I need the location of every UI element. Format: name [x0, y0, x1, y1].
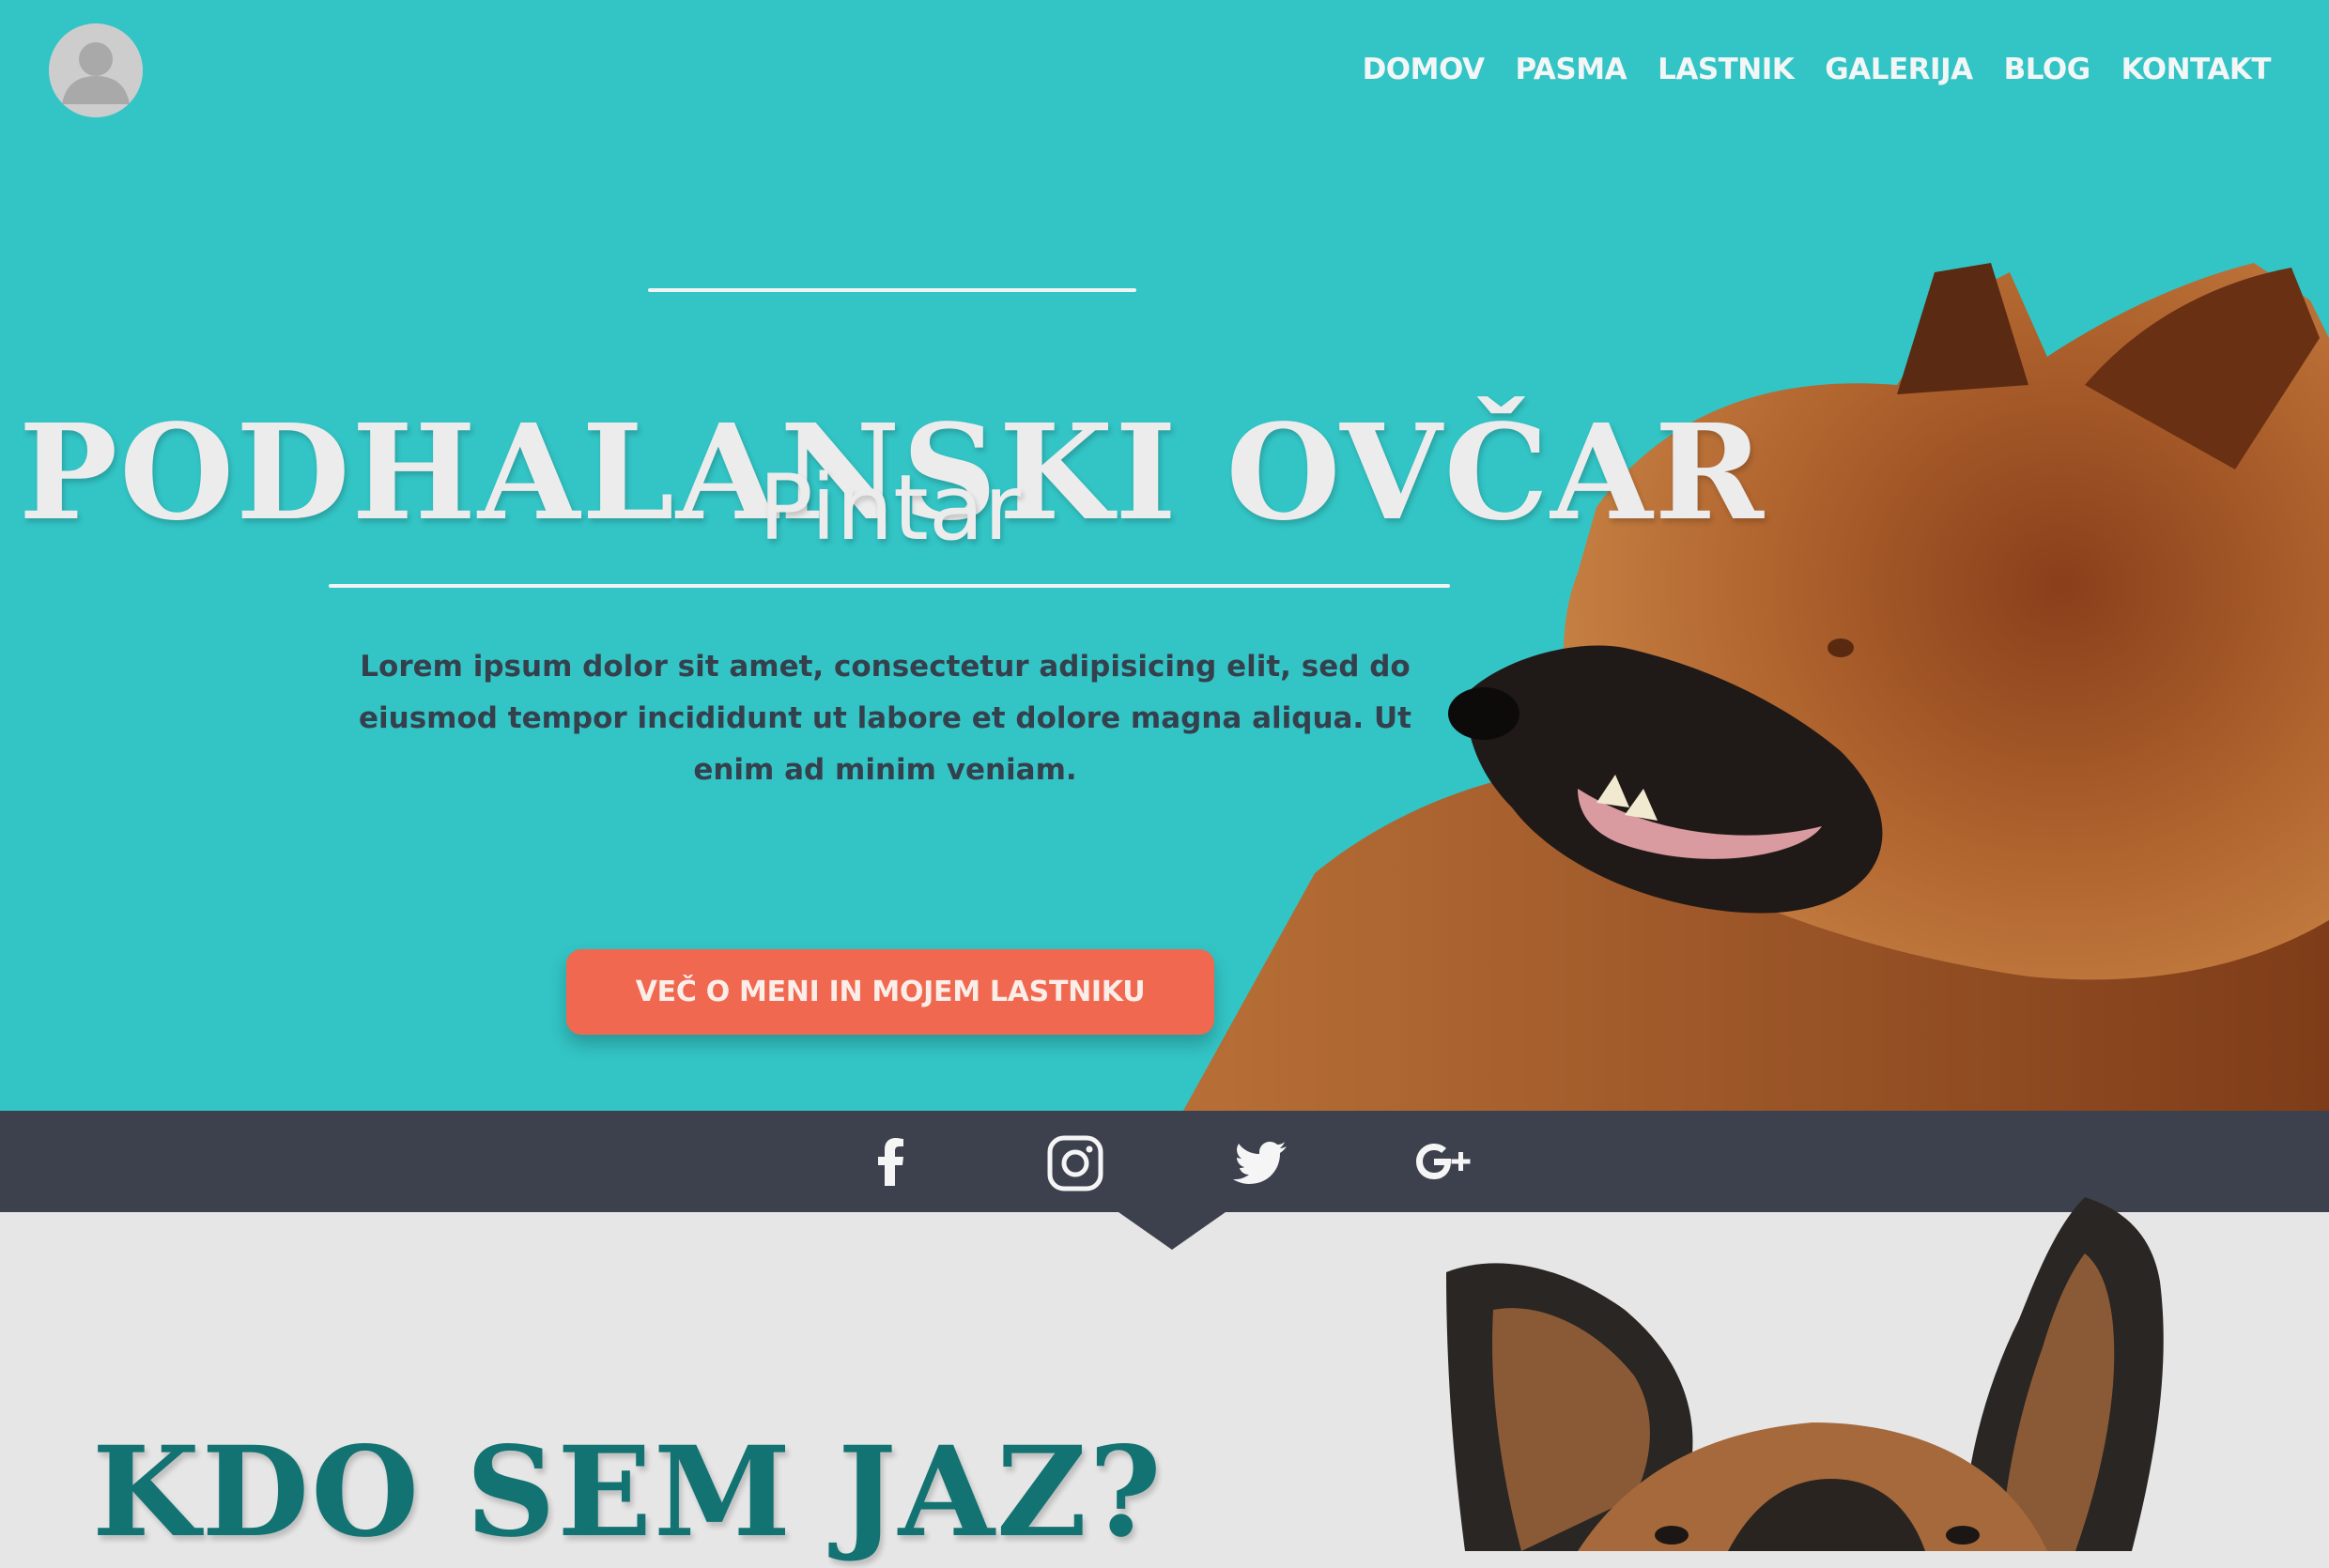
google-plus-icon[interactable]	[1413, 1133, 1473, 1193]
section-pointer	[1118, 1212, 1226, 1250]
title-divider-bottom	[329, 584, 1450, 588]
user-avatar-icon[interactable]	[49, 23, 143, 117]
dog-about-image	[1437, 1197, 2188, 1551]
page-subtitle: Pintar	[758, 455, 1022, 561]
hero-description: Lorem ipsum dolor sit amet, consectetur …	[359, 650, 1411, 787]
nav-item-blog[interactable]: BLOG	[2004, 47, 2091, 92]
nav-item-pasma[interactable]: PASMA	[1516, 47, 1627, 92]
nav-item-kontakt[interactable]: KONTAKT	[2121, 47, 2272, 92]
nav-item-lastnik[interactable]: LASTNIK	[1658, 47, 1795, 92]
hero-section: DOMOV PASMA LASTNIK GALERIJA BLOG KONTAK…	[0, 0, 2329, 1111]
instagram-icon[interactable]	[1045, 1133, 1105, 1193]
about-me-button-label: VEČ O MENI IN MOJEM LASTNIKU	[635, 976, 1146, 1008]
nav-item-galerija[interactable]: GALERIJA	[1825, 47, 1973, 92]
title-divider-top	[648, 288, 1136, 292]
nav-item-domov[interactable]: DOMOV	[1363, 47, 1485, 92]
twitter-icon[interactable]	[1230, 1133, 1290, 1193]
about-me-button[interactable]: VEČ O MENI IN MOJEM LASTNIKU	[566, 949, 1214, 1035]
about-title: KDO SEM JAZ?	[92, 1419, 1164, 1565]
facebook-icon[interactable]	[862, 1133, 922, 1193]
main-nav: DOMOV PASMA LASTNIK GALERIJA BLOG KONTAK…	[1332, 47, 2272, 92]
